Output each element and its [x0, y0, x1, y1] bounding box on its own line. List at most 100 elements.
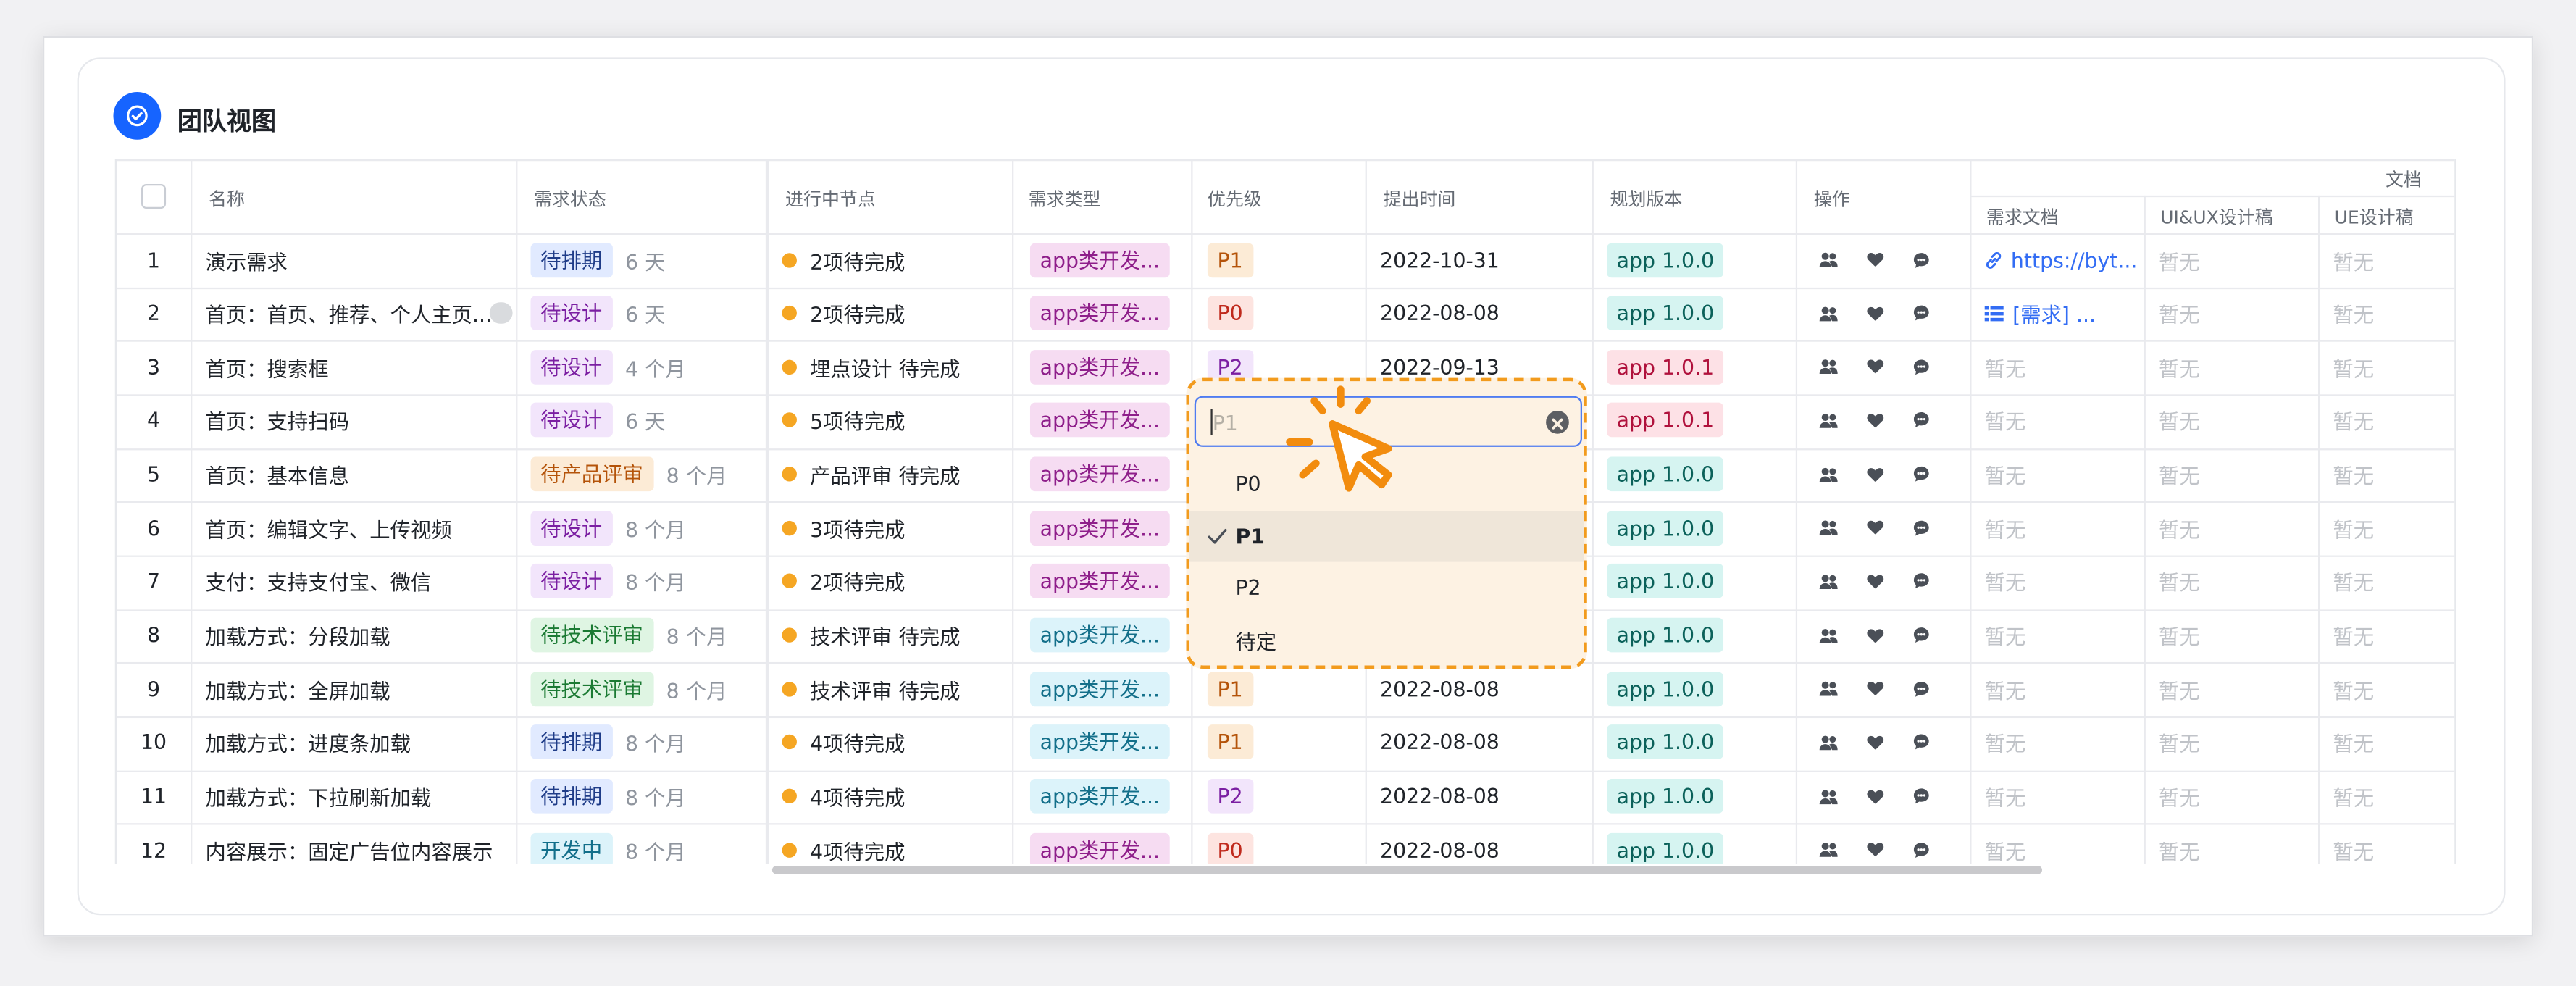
type-tag[interactable]: app类开发... — [1029, 349, 1170, 385]
heart-icon[interactable] — [1866, 251, 1884, 268]
priority-option[interactable]: P1 — [1189, 510, 1584, 561]
status-tag[interactable]: 待设计 — [530, 403, 612, 438]
column-header-node[interactable]: 进行中节点 — [785, 185, 876, 212]
status-tag[interactable]: 待排期 — [530, 242, 612, 277]
type-tag[interactable]: app类开发... — [1029, 510, 1170, 546]
type-tag[interactable]: app类开发... — [1029, 778, 1170, 814]
column-header-doc-ue[interactable]: UE设计稿 — [2335, 204, 2414, 230]
type-tag[interactable]: app类开发... — [1029, 296, 1170, 331]
version-tag[interactable]: app 1.0.0 — [1607, 564, 1724, 599]
comment-icon[interactable] — [1912, 251, 1931, 269]
requirement-name[interactable]: 加载方式：全屏加载 — [205, 673, 390, 704]
people-icon[interactable] — [1819, 305, 1839, 322]
version-tag[interactable]: app 1.0.0 — [1607, 456, 1724, 492]
version-tag[interactable]: app 1.0.0 — [1607, 296, 1724, 331]
priority-tag[interactable]: P1 — [1207, 242, 1253, 277]
people-icon[interactable] — [1819, 841, 1839, 858]
heart-icon[interactable] — [1866, 734, 1884, 751]
status-tag[interactable]: 待排期 — [530, 724, 612, 760]
version-tag[interactable]: app 1.0.0 — [1607, 510, 1724, 546]
comment-icon[interactable] — [1912, 304, 1931, 322]
version-tag[interactable]: app 1.0.1 — [1607, 403, 1724, 438]
version-tag[interactable]: app 1.0.1 — [1607, 349, 1724, 385]
version-tag[interactable]: app 1.0.0 — [1607, 242, 1724, 277]
comment-bubble-icon[interactable] — [489, 301, 513, 323]
heart-icon[interactable] — [1866, 680, 1884, 697]
type-tag[interactable]: app类开发... — [1029, 403, 1170, 438]
priority-tag[interactable]: P0 — [1207, 832, 1253, 864]
priority-tag[interactable]: P0 — [1207, 296, 1253, 331]
heart-icon[interactable] — [1866, 573, 1884, 590]
heart-icon[interactable] — [1866, 519, 1884, 536]
status-tag[interactable]: 待设计 — [530, 349, 612, 385]
column-header-doc-req[interactable]: 需求文档 — [1986, 204, 2059, 230]
version-tag[interactable]: app 1.0.0 — [1607, 724, 1724, 760]
requirement-name[interactable]: 首页：首页、推荐、个人主页... — [205, 298, 492, 329]
column-header-doc-uiux[interactable]: UI&UX设计稿 — [2160, 204, 2272, 230]
comment-icon[interactable] — [1912, 733, 1931, 751]
comment-icon[interactable] — [1912, 787, 1931, 805]
heart-icon[interactable] — [1866, 305, 1884, 322]
status-tag[interactable]: 待产品评审 — [530, 456, 653, 492]
comment-icon[interactable] — [1912, 572, 1931, 590]
type-tag[interactable]: app类开发... — [1029, 832, 1170, 864]
type-tag[interactable]: app类开发... — [1029, 456, 1170, 492]
comment-icon[interactable] — [1912, 465, 1931, 483]
people-icon[interactable] — [1819, 787, 1839, 804]
clear-icon[interactable] — [1546, 410, 1569, 434]
priority-tag[interactable]: P1 — [1207, 671, 1253, 706]
people-icon[interactable] — [1819, 734, 1839, 751]
type-tag[interactable]: app类开发... — [1029, 242, 1170, 277]
people-icon[interactable] — [1819, 251, 1839, 268]
horizontal-scrollbar[interactable] — [771, 866, 2042, 874]
heart-icon[interactable] — [1866, 841, 1884, 858]
status-tag[interactable]: 待设计 — [530, 296, 612, 331]
requirement-name[interactable]: 支付：支持支付宝、微信 — [205, 566, 431, 597]
doc-link[interactable]: [需求] ... — [2012, 298, 2096, 329]
people-icon[interactable] — [1819, 627, 1839, 643]
people-icon[interactable] — [1819, 412, 1839, 429]
type-tag[interactable]: app类开发... — [1029, 617, 1170, 653]
requirement-name[interactable]: 内容展示：固定广告位内容展示 — [205, 834, 493, 864]
comment-icon[interactable] — [1912, 840, 1931, 858]
select-all-checkbox[interactable] — [141, 184, 167, 209]
status-tag[interactable]: 开发中 — [530, 832, 612, 864]
people-icon[interactable] — [1819, 466, 1839, 482]
type-tag[interactable]: app类开发... — [1029, 564, 1170, 599]
doc-link[interactable]: https://byt... — [2011, 247, 2138, 272]
status-tag[interactable]: 待排期 — [530, 778, 612, 814]
people-icon[interactable] — [1819, 519, 1839, 536]
version-tag[interactable]: app 1.0.0 — [1607, 778, 1724, 814]
priority-option[interactable]: 待定 — [1189, 614, 1584, 665]
heart-icon[interactable] — [1866, 627, 1884, 643]
comment-icon[interactable] — [1912, 411, 1931, 430]
type-tag[interactable]: app类开发... — [1029, 724, 1170, 760]
requirement-name[interactable]: 加载方式：进度条加载 — [205, 727, 411, 758]
requirement-name[interactable]: 首页：支持扫码 — [205, 405, 348, 436]
requirement-name[interactable]: 首页：搜索框 — [205, 351, 328, 383]
column-header-ops[interactable]: 操作 — [1814, 185, 1850, 212]
people-icon[interactable] — [1819, 573, 1839, 590]
column-group-docs[interactable]: 文档 — [2385, 166, 2422, 192]
type-tag[interactable]: app类开发... — [1029, 671, 1170, 706]
heart-icon[interactable] — [1866, 359, 1884, 375]
column-header-date[interactable]: 提出时间 — [1384, 185, 1456, 212]
column-header-type[interactable]: 需求类型 — [1029, 185, 1101, 212]
comment-icon[interactable] — [1912, 358, 1931, 376]
column-header-name[interactable]: 名称 — [209, 185, 245, 212]
column-header-version[interactable]: 规划版本 — [1610, 185, 1683, 212]
heart-icon[interactable] — [1866, 412, 1884, 429]
priority-tag[interactable]: P2 — [1207, 778, 1253, 814]
requirement-name[interactable]: 加载方式：分段加载 — [205, 619, 390, 651]
status-tag[interactable]: 待技术评审 — [530, 671, 653, 706]
status-tag[interactable]: 待设计 — [530, 564, 612, 599]
heart-icon[interactable] — [1866, 787, 1884, 804]
status-tag[interactable]: 待技术评审 — [530, 617, 653, 653]
column-header-status[interactable]: 需求状态 — [534, 185, 606, 212]
column-header-priority[interactable]: 优先级 — [1208, 185, 1262, 212]
priority-tag[interactable]: P1 — [1207, 724, 1253, 760]
comment-icon[interactable] — [1912, 519, 1931, 537]
priority-option[interactable]: P2 — [1189, 563, 1584, 614]
heart-icon[interactable] — [1866, 466, 1884, 482]
requirement-name[interactable]: 首页：编辑文字、上传视频 — [205, 512, 451, 543]
